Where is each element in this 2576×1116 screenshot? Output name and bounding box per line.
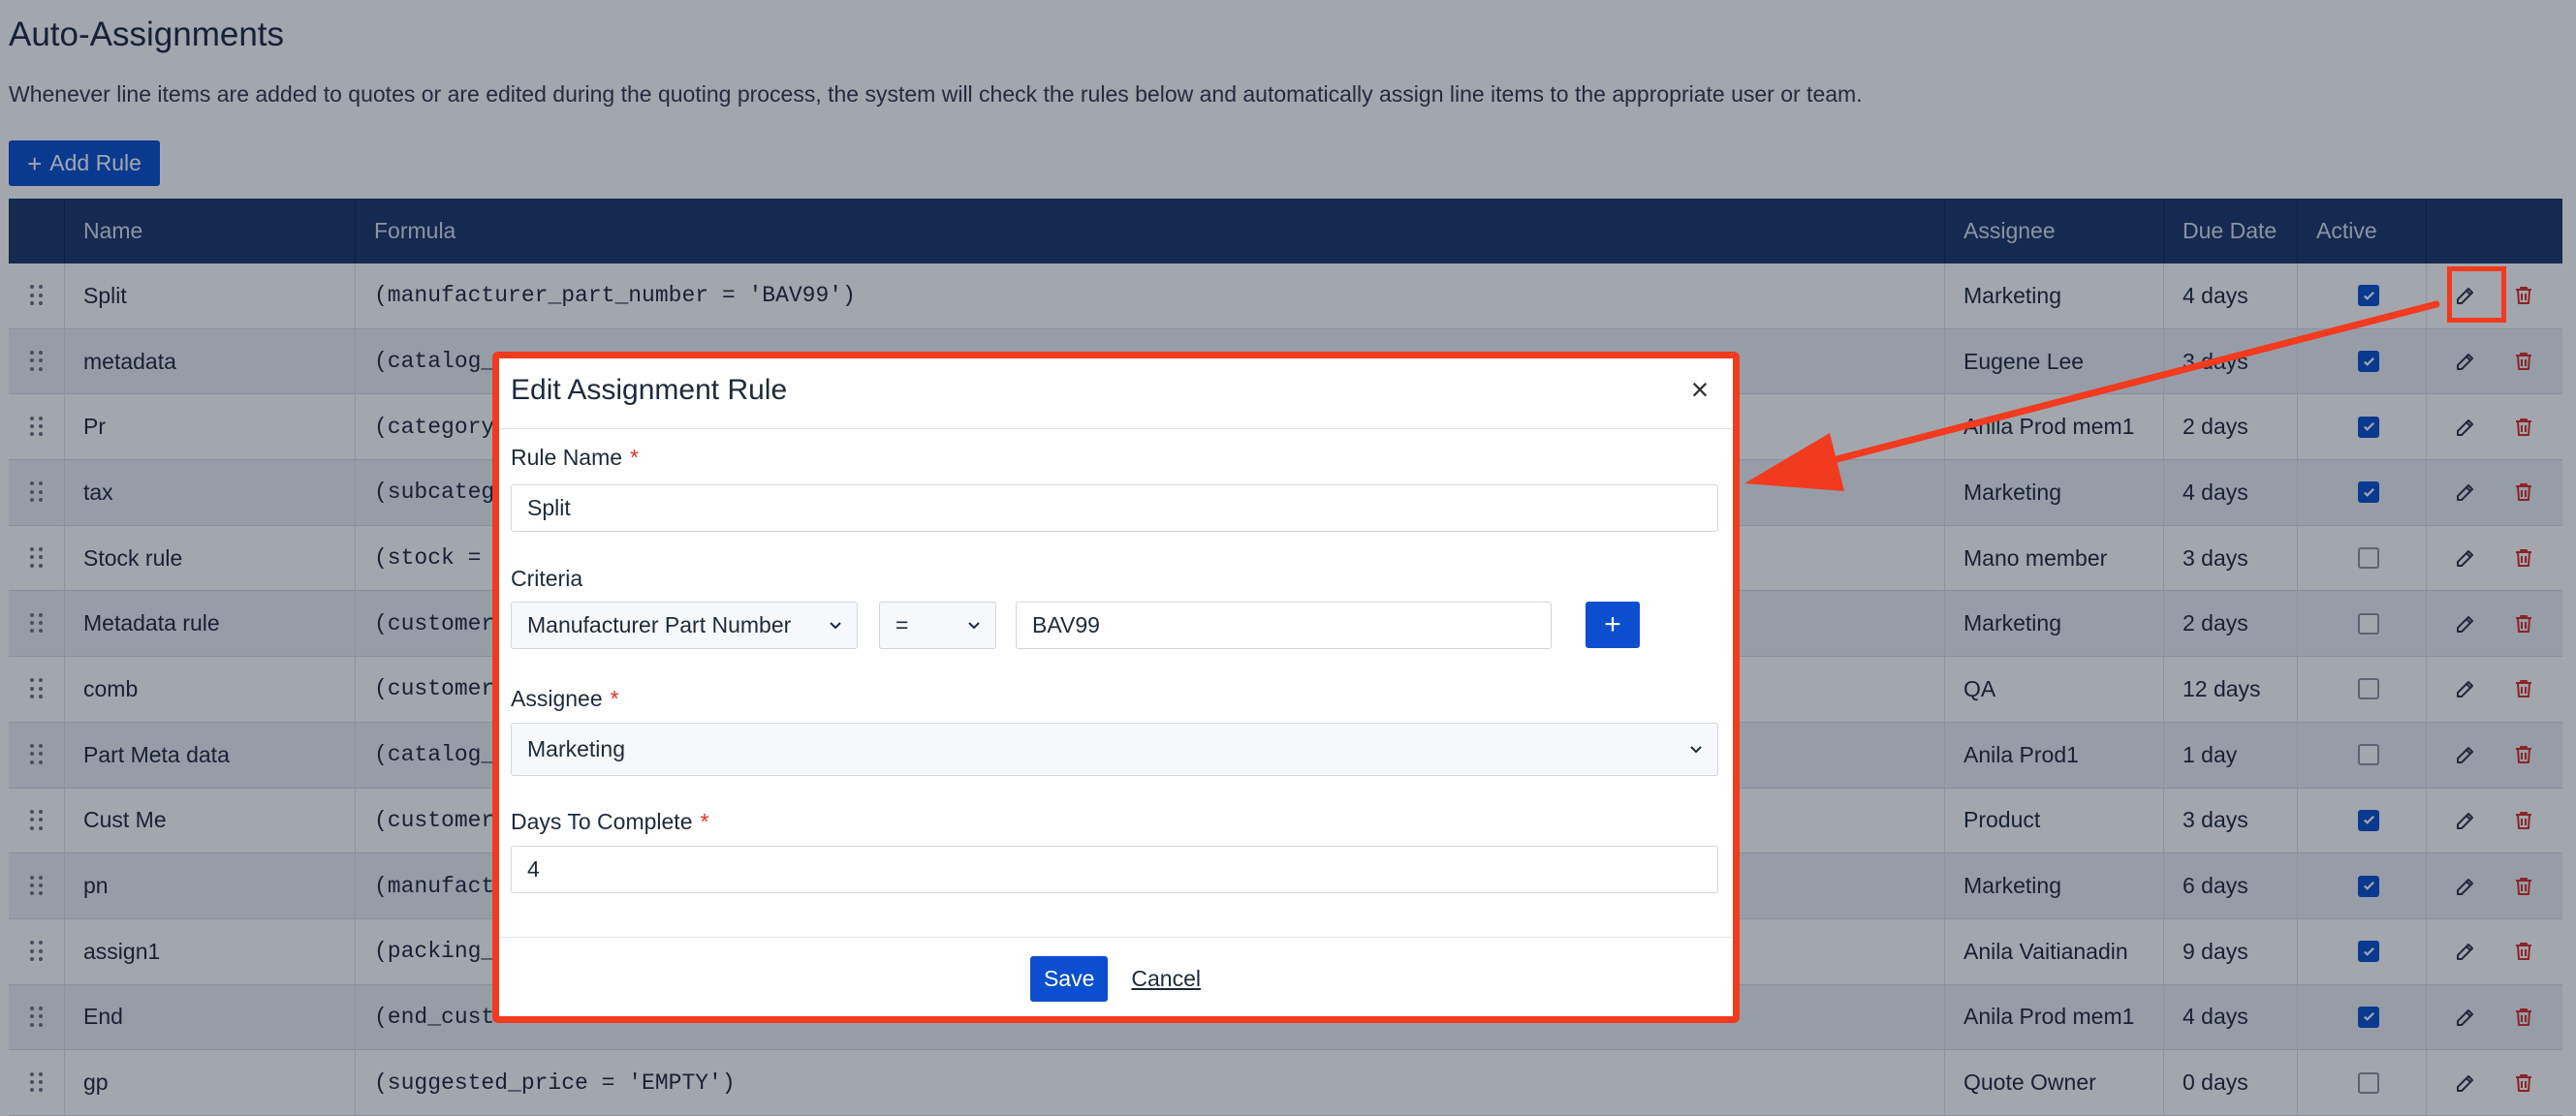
dialog-header: Edit Assignment Rule × [493,352,1738,429]
rule-name-input[interactable]: Split [511,484,1718,532]
add-criteria-button[interactable]: + [1586,602,1640,648]
dialog-title: Edit Assignment Rule [511,373,788,406]
edit-assignment-rule-dialog: Edit Assignment Rule × Rule Name * Split … [493,352,1738,1020]
assignee-label-text: Assignee [511,686,603,711]
chevron-down-icon [1688,736,1704,762]
assignee-value: Marketing [527,736,625,761]
days-to-complete-label: Days To Complete * [511,809,708,835]
assignee-label: Assignee * [511,686,619,712]
assignee-select[interactable]: Marketing [511,723,1718,776]
days-to-complete-input[interactable]: 4 [511,846,1718,893]
criteria-field-value: Manufacturer Part Number [527,612,792,637]
required-marker: * [610,686,619,711]
dialog-footer: Save Cancel [493,937,1738,1020]
required-marker: * [630,445,639,470]
chevron-down-icon [966,612,982,638]
rule-name-label: Rule Name * [511,445,639,471]
chevron-down-icon [828,612,843,638]
criteria-operator-select[interactable]: = [879,602,996,649]
days-label-text: Days To Complete [511,809,693,834]
required-marker: * [700,809,709,834]
rule-name-label-text: Rule Name [511,445,623,470]
cancel-link[interactable]: Cancel [1131,966,1201,992]
criteria-value-input[interactable]: BAV99 [1016,602,1552,649]
criteria-label: Criteria [511,566,583,591]
criteria-field-select[interactable]: Manufacturer Part Number [511,602,858,649]
save-button[interactable]: Save [1029,956,1109,1002]
criteria-operator-value: = [895,612,909,637]
close-icon[interactable]: × [1683,372,1716,407]
